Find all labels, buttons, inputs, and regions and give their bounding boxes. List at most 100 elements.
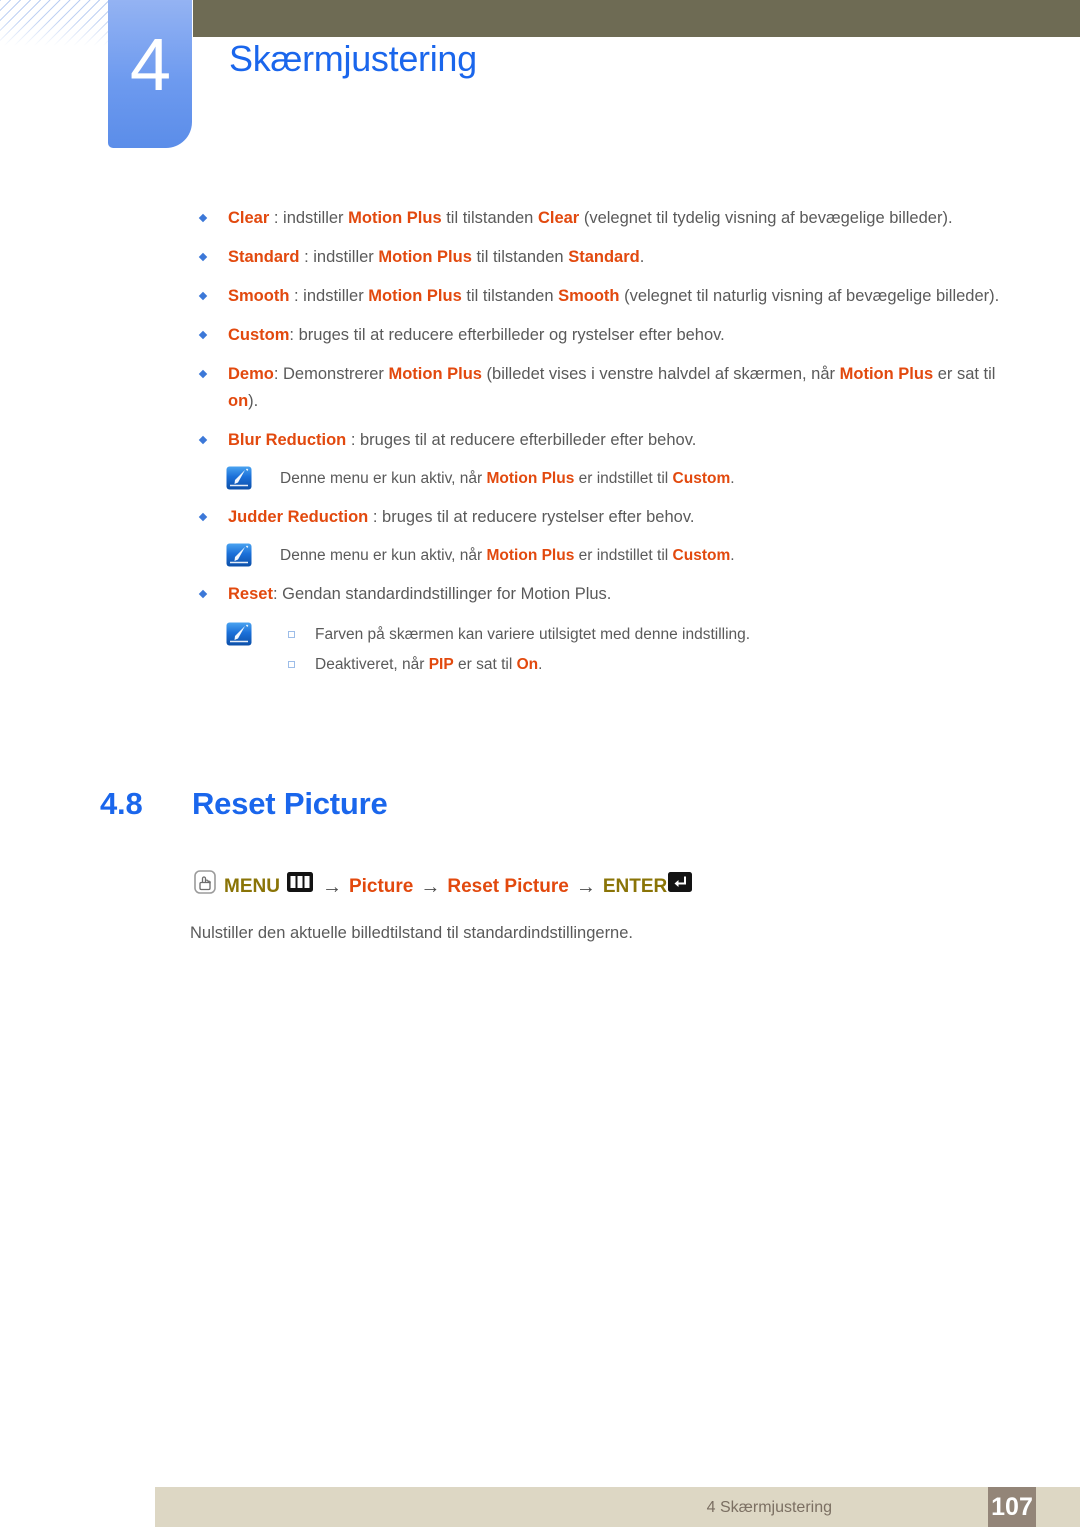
- bullet-reset: Reset: Gendan standardindstillinger for …: [0, 581, 1080, 608]
- body-text: .: [639, 248, 645, 266]
- page-header: 4 Skærmjustering: [0, 0, 1080, 160]
- menu-label: MENU: [224, 876, 280, 897]
- enter-key-icon: [668, 872, 693, 902]
- footer-chapter-text: 4 Skærmjustering: [706, 1499, 832, 1516]
- body-text: .: [538, 656, 543, 673]
- bullet-marker-icon: [198, 512, 208, 522]
- section-description: Nulstiller den aktuelle billedtilstand t…: [190, 924, 633, 942]
- highlighted-term: Clear: [537, 209, 580, 227]
- body-text: Denne menu er kun aktiv, når: [280, 547, 487, 564]
- bullet-judder-reduction: Judder Reduction : bruges til at reducer…: [0, 504, 1080, 531]
- footer-page-number: 107: [991, 1493, 1033, 1521]
- bullet-blur-reduction: Blur Reduction : bruges til at reducere …: [0, 427, 1080, 454]
- highlighted-term: Motion Plus: [368, 287, 462, 305]
- reset-subnote-line: Farven på skærmen kan variere utilsigtet…: [280, 622, 1020, 648]
- highlighted-term: Reset: [228, 585, 273, 603]
- bullet-marker-icon: [198, 213, 208, 223]
- body-text: er sat til: [933, 365, 996, 383]
- body-text: til tilstanden: [441, 209, 538, 227]
- note-blur-text: Denne menu er kun aktiv, når Motion Plus…: [280, 470, 735, 487]
- highlighted-term: PIP: [428, 656, 454, 673]
- highlighted-term: Standard: [568, 248, 640, 266]
- body-text: er indstillet til: [574, 547, 673, 564]
- menu-navigation-path: MENU → Picture → Reset Picture → ENTER: [194, 870, 693, 904]
- section-number: 4.8: [100, 786, 143, 821]
- path-arrow-1: →: [321, 876, 342, 898]
- note-pen-icon: [226, 543, 252, 567]
- square-bullet-icon: [288, 631, 295, 638]
- bullet-smooth: Smooth : indstiller Motion Plus til tils…: [0, 283, 1080, 310]
- section-heading: 4.8 Reset Picture: [100, 785, 388, 823]
- chapter-title: Skærmjustering: [229, 38, 477, 79]
- bullet-clear: Clear : indstiller Motion Plus til tilst…: [0, 205, 1080, 232]
- body-text: : Demonstrerer: [273, 365, 389, 383]
- bullet-standard: Standard : indstiller Motion Plus til ti…: [0, 244, 1080, 271]
- menu-button-icon: [286, 872, 313, 902]
- body-text: til tilstanden: [461, 287, 559, 305]
- note-pen-icon: [226, 466, 252, 490]
- enter-label: ENTER: [602, 876, 668, 897]
- highlighted-term: On: [516, 656, 539, 673]
- highlighted-term: Motion Plus: [486, 470, 575, 487]
- body-text: .: [730, 547, 735, 564]
- press-button-icon: [194, 870, 216, 904]
- highlighted-term: Motion Plus: [839, 365, 934, 383]
- highlighted-term: Standard: [228, 248, 300, 266]
- body-text: er sat til: [453, 656, 517, 673]
- section-title: Reset Picture: [192, 786, 388, 821]
- menu-step-reset-picture: Reset Picture: [447, 876, 569, 897]
- bullet-list: Clear : indstiller Motion Plus til tilst…: [0, 205, 1080, 454]
- body-text: : Gendan standardindstillinger for Motio…: [272, 585, 612, 603]
- body-text: ).: [248, 392, 259, 410]
- highlighted-term: on: [228, 392, 249, 410]
- highlighted-term: Motion Plus: [486, 547, 575, 564]
- bullet-demo: Demo: Demonstrerer Motion Plus (billedet…: [0, 361, 1080, 415]
- footer-bar: [155, 1487, 1080, 1527]
- body-text: .: [730, 470, 735, 487]
- bullet-judder-reduction: Judder Reduction : bruges til at reducer…: [0, 504, 1080, 531]
- highlighted-term: Motion Plus: [388, 365, 482, 383]
- body-text: er indstillet til: [574, 470, 673, 487]
- body-text: : indstiller: [299, 248, 379, 266]
- body-text: : bruges til at reducere rystelser efter…: [368, 508, 695, 526]
- chapter-number: 4: [129, 23, 171, 106]
- bullet-marker-icon: [198, 435, 208, 445]
- highlighted-term: Demo: [228, 365, 274, 383]
- bullet-marker-icon: [198, 252, 208, 262]
- body-text: : indstiller: [269, 209, 349, 227]
- body-text: : indstiller: [289, 287, 369, 305]
- reset-subnote-lines: Farven på skærmen kan variere utilsigtet…: [280, 622, 1020, 678]
- menu-step-picture: Picture: [348, 876, 414, 897]
- note-judder-reduction: Denne menu er kun aktiv, når Motion Plus…: [0, 543, 1080, 569]
- path-arrow-3: →: [575, 876, 596, 898]
- highlighted-term: Motion Plus: [348, 209, 442, 227]
- square-bullet-icon: [288, 661, 295, 668]
- body-text: til tilstanden: [471, 248, 569, 266]
- body-text: : bruges til at reducere efterbilleder o…: [289, 326, 725, 344]
- highlighted-term: Smooth: [228, 287, 290, 305]
- body-text: Farven på skærmen kan variere utilsigtet…: [315, 626, 751, 643]
- highlighted-term: Clear: [228, 209, 270, 227]
- bullet-marker-icon: [198, 369, 208, 379]
- bullet-marker-icon: [198, 291, 208, 301]
- note-reset: Farven på skærmen kan variere utilsigtet…: [0, 622, 1080, 678]
- body-text: : bruges til at reducere efterbilleder e…: [346, 431, 697, 449]
- bullet-marker-icon: [198, 330, 208, 340]
- note-judder-text: Denne menu er kun aktiv, når Motion Plus…: [280, 547, 735, 564]
- reset-subnote-line: Deaktiveret, når PIP er sat til On.: [280, 652, 1020, 678]
- note-blur-reduction: Denne menu er kun aktiv, når Motion Plus…: [0, 466, 1080, 492]
- bullet-marker-icon: [198, 589, 208, 599]
- page-content: Clear : indstiller Motion Plus til tilst…: [0, 205, 1080, 682]
- path-arrow-2: →: [420, 876, 441, 898]
- header-olive-bar: [193, 0, 1080, 37]
- highlighted-term: Custom: [672, 547, 731, 564]
- body-text: (velegnet til tydelig visning af bevægel…: [579, 209, 953, 227]
- body-text: Deaktiveret, når: [315, 656, 429, 673]
- highlighted-term: Custom: [228, 326, 290, 344]
- body-text: (billedet vises i venstre halvdel af skæ…: [481, 365, 840, 383]
- bullet-reset: Reset: Gendan standardindstillinger for …: [0, 581, 1080, 608]
- highlighted-term: Motion Plus: [378, 248, 472, 266]
- decorative-hatch-pattern: [0, 0, 108, 46]
- highlighted-term: Smooth: [558, 287, 620, 305]
- highlighted-term: Judder Reduction: [228, 508, 369, 526]
